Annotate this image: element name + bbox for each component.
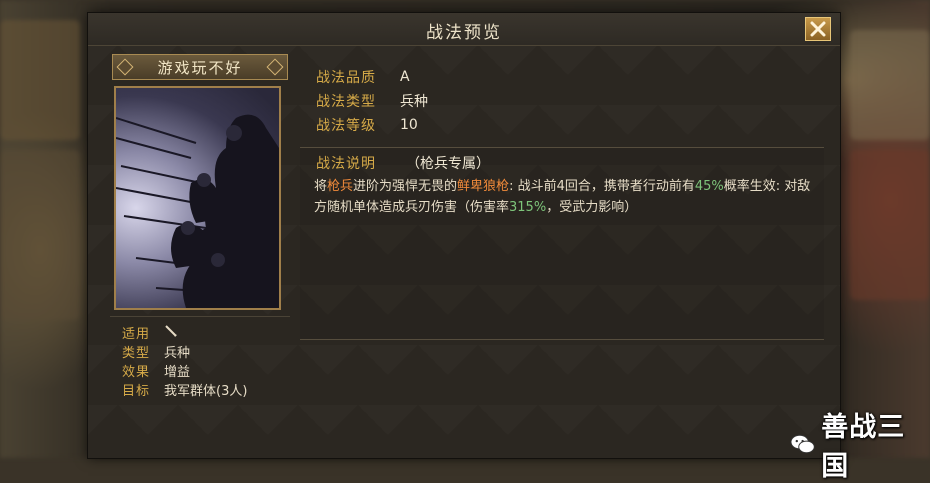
watermark-text: 善战三国 xyxy=(821,412,906,482)
stat-value: 我军群体(3人) xyxy=(164,384,248,399)
description-highlight: 315% xyxy=(509,200,547,215)
info-value: 兵种 xyxy=(400,94,428,110)
stat-label: 类型 xyxy=(122,346,151,361)
description-text: 将枪兵进阶为强悍无畏的鲜卑狼枪: 战斗前4回合，携带者行动前有45%概率生效: … xyxy=(314,176,819,218)
description-highlight: 枪兵 xyxy=(327,179,354,194)
dialog-titlebar: 战法预览 xyxy=(88,13,840,46)
info-label: 战法类型 xyxy=(316,94,376,110)
info-value: 10 xyxy=(400,117,418,133)
stat-row-effect: 效果 增益 xyxy=(122,361,247,380)
background-card xyxy=(850,30,930,140)
stat-label: 适用 xyxy=(122,327,151,342)
info-label: 战法等级 xyxy=(316,118,376,134)
background-card xyxy=(0,20,80,140)
skill-stats: 适用 类型 兵种 效果 增益 目标 我军群体(3人) xyxy=(122,323,247,399)
divider xyxy=(110,316,290,317)
info-value: A xyxy=(400,69,410,85)
close-icon xyxy=(810,21,826,37)
skill-info: 战法品质 A 战法类型 兵种 战法等级 10 xyxy=(316,65,428,137)
close-button[interactable] xyxy=(805,17,831,41)
description-header: 战法说明 （枪兵专属） xyxy=(316,153,490,173)
wechat-icon xyxy=(790,434,815,454)
background-card xyxy=(850,150,930,300)
stat-value: 兵种 xyxy=(164,346,191,361)
background-card xyxy=(0,150,80,320)
description-highlight: 45% xyxy=(694,179,724,194)
stat-label: 效果 xyxy=(122,365,151,380)
skill-name: 游戏玩不好 xyxy=(157,58,243,77)
info-label: 战法品质 xyxy=(316,70,376,86)
description-highlight: 鲜卑狼枪 xyxy=(457,179,510,194)
stat-value: 增益 xyxy=(164,365,191,380)
info-row-quality: 战法品质 A xyxy=(316,65,428,89)
info-row-level: 战法等级 10 xyxy=(316,113,428,137)
watermark: 善战三国 xyxy=(790,405,930,483)
description-segment: : 战斗前4回合，携带者行动前有 xyxy=(509,179,695,194)
stat-row-target: 目标 我军群体(3人) xyxy=(122,380,247,399)
skill-description: 战法说明 （枪兵专属） 将枪兵进阶为强悍无畏的鲜卑狼枪: 战斗前4回合，携带者行… xyxy=(300,147,824,340)
description-label: 战法说明 xyxy=(316,156,376,172)
description-segment: ，受武力影响） xyxy=(546,200,638,215)
description-segment: 将 xyxy=(314,179,328,194)
skill-name-plate: 游戏玩不好 xyxy=(112,54,288,80)
skill-preview-dialog: 战法预览 游戏玩不好 适用 类型 兵种 效果 增益 目标 我军群体(3人) 战法… xyxy=(88,13,840,458)
stat-row-type: 类型 兵种 xyxy=(122,342,247,361)
skill-card-art xyxy=(114,86,281,310)
description-tag: （枪兵专属） xyxy=(406,156,490,172)
spear-cavalry-illustration xyxy=(116,114,279,308)
stat-row-applies: 适用 xyxy=(122,323,247,342)
spear-icon xyxy=(164,324,178,342)
description-segment: 进阶为强悍无畏的 xyxy=(353,179,458,194)
stat-label: 目标 xyxy=(122,384,151,399)
dialog-title: 战法预览 xyxy=(426,23,502,43)
info-row-type: 战法类型 兵种 xyxy=(316,89,428,113)
